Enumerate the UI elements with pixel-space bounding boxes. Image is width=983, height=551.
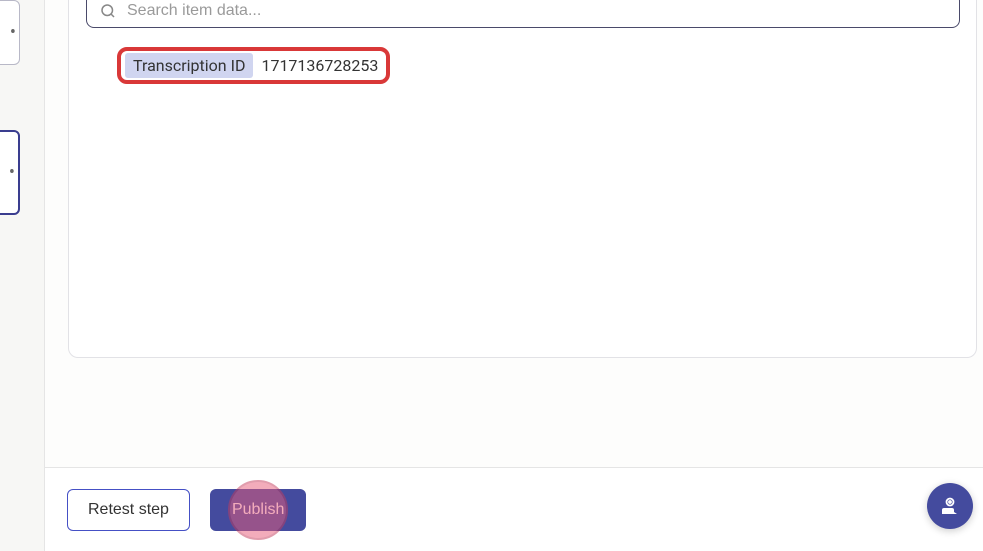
tag-value: 1717136728253 — [257, 53, 382, 78]
publish-button-label: Publish — [232, 501, 284, 518]
footer-bar: Retest step Publish — [45, 467, 983, 551]
tag-label: Transcription ID — [125, 53, 253, 78]
publish-button[interactable]: Publish — [210, 489, 306, 531]
left-node-partial-1[interactable] — [0, 0, 20, 65]
retest-step-button[interactable]: Retest step — [67, 489, 190, 531]
transcription-id-tag[interactable]: Transcription ID 1717136728253 — [117, 47, 390, 84]
search-icon — [99, 2, 117, 20]
search-box[interactable] — [86, 0, 960, 28]
help-chat-button[interactable] — [927, 483, 973, 529]
left-panel-edge — [0, 0, 45, 551]
search-input[interactable] — [127, 2, 947, 20]
help-chat-icon — [938, 494, 962, 518]
left-node-partial-2[interactable] — [0, 130, 20, 215]
